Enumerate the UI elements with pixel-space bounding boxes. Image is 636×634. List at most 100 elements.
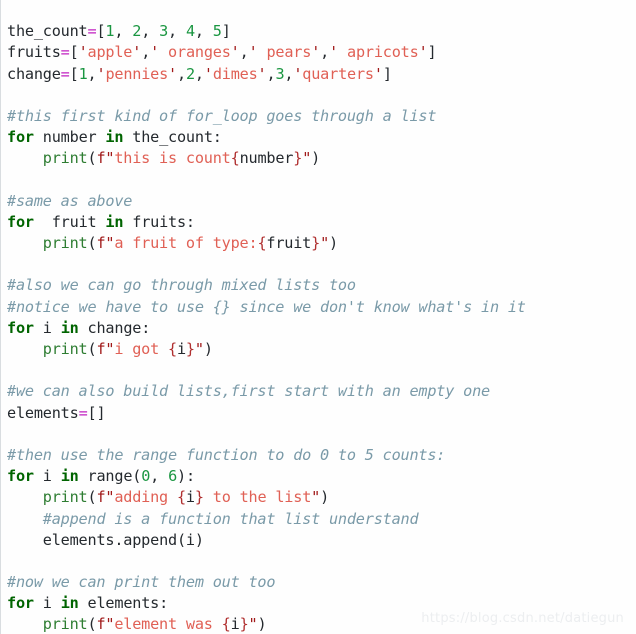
- token-identifier: number: [42, 128, 97, 147]
- token-punct: ]: [221, 22, 231, 41]
- token-identifier: i: [230, 615, 240, 634]
- token-punct: ,: [114, 22, 133, 41]
- token-keyword-in: in: [60, 318, 79, 337]
- token-quote: ": [320, 234, 330, 253]
- token-string: adding: [114, 488, 177, 507]
- token-comment: #then use the range function to do 0 to …: [7, 445, 446, 464]
- token-number: 6: [168, 467, 178, 486]
- token-comment: #we can also build lists,first start wit…: [7, 382, 490, 401]
- token-comment: #this first kind of for_loop goes throug…: [7, 106, 437, 125]
- code-line-7: print(f"this is count{number}"): [7, 148, 636, 169]
- token-punct: ,: [141, 22, 160, 41]
- token-string: element was: [114, 615, 222, 634]
- token-identifier: number: [239, 149, 294, 168]
- token-keyword-in: in: [60, 594, 79, 613]
- token-string: pennies: [105, 64, 169, 83]
- token-punct: ): [311, 149, 321, 168]
- token-punct: .: [114, 530, 124, 549]
- token-punct: ,: [284, 64, 294, 83]
- token-comment: #same as above: [7, 191, 133, 210]
- token-quote: ": [302, 149, 312, 168]
- token-punct: ]: [427, 43, 437, 62]
- token-punct: [34, 213, 52, 231]
- token-number: 2: [132, 22, 142, 41]
- token-fstring-prefix: f": [96, 488, 115, 507]
- token-fstring-prefix: f": [96, 149, 115, 168]
- token-punct: (: [176, 530, 186, 549]
- token-comment: #now we can print them out too: [7, 573, 276, 592]
- token-identifier: i: [185, 530, 195, 549]
- token-punct: [34, 467, 43, 485]
- token-punct: :: [159, 594, 169, 613]
- token-punct: [: [69, 43, 79, 62]
- token-brace: {: [230, 149, 240, 168]
- code-block: the_count=[1, 2, 3, 4, 5] fruits=['apple'…: [1, 15, 636, 634]
- token-string: quarters: [302, 64, 374, 83]
- token-punct: [79, 467, 88, 485]
- token-quote: ': [132, 43, 142, 62]
- token-identifier: i: [185, 488, 195, 507]
- token-punct: ): [329, 234, 338, 253]
- token-punct: [52, 594, 61, 612]
- token-brace: }: [293, 149, 303, 168]
- token-punct: (: [132, 467, 142, 486]
- token-string: oranges: [159, 43, 231, 62]
- token-punct: :: [185, 212, 195, 231]
- token-punct: [52, 467, 61, 485]
- token-identifier: i: [42, 467, 52, 486]
- token-keyword-for: for: [7, 128, 34, 147]
- token-quote: ': [168, 64, 177, 83]
- token-quote: ': [293, 64, 303, 83]
- code-line-21: #then use the range function to do 0 to …: [7, 445, 636, 466]
- code-line-23: print(f"adding {i} to the list"): [7, 487, 636, 508]
- token-punct: [79, 319, 88, 337]
- token-comment: #also we can go through mixed lists too: [7, 276, 356, 295]
- code-line-5: #this first kind of for_loop goes throug…: [7, 106, 636, 127]
- code-screenshot: the_count=[1, 2, 3, 4, 5] fruits=['apple'…: [0, 0, 636, 634]
- token-string: this is count: [114, 149, 231, 168]
- token-identifier: i: [176, 340, 186, 358]
- token-comment: #append is a function that list understa…: [42, 509, 419, 528]
- token-punct: ): [194, 530, 204, 549]
- token-number: 3: [159, 22, 169, 41]
- token-punct: ,: [194, 64, 204, 83]
- token-string: pears: [257, 43, 312, 62]
- code-line-16: print(f"i got {i}"): [7, 339, 636, 360]
- token-number: 2: [185, 64, 195, 83]
- token-string: a fruit of type:: [114, 234, 258, 253]
- token-punct: [: [69, 64, 79, 83]
- token-identifier: the_count: [7, 22, 88, 41]
- code-line-13: #also we can go through mixed lists too: [7, 275, 636, 296]
- token-punct: [123, 213, 132, 231]
- token-builtin-print: print: [42, 340, 88, 358]
- token-string: apple: [87, 43, 133, 62]
- token-identifier: change: [87, 318, 142, 337]
- token-number: 5: [212, 22, 222, 41]
- token-punct: [34, 594, 43, 612]
- token-comment: #notice we have to use {} since we don't…: [7, 297, 526, 316]
- token-quote: ": [311, 488, 321, 507]
- token-keyword-in: in: [60, 467, 79, 486]
- token-builtin-print: print: [42, 488, 88, 507]
- token-punct: [34, 319, 43, 337]
- token-quote: ': [418, 43, 428, 62]
- token-punct: ): [320, 488, 330, 507]
- token-brace: }: [194, 488, 204, 507]
- token-punct: ,: [177, 64, 186, 83]
- code-line-10: for fruit in fruits:: [7, 212, 636, 233]
- token-quote: ": [194, 340, 204, 358]
- token-brace: }: [239, 615, 249, 634]
- code-line-11: print(f"a fruit of type:{fruit}"): [7, 233, 636, 254]
- token-quote: ': [78, 43, 88, 62]
- token-identifier: i: [42, 318, 52, 337]
- token-punct: [52, 319, 61, 337]
- token-identifier: elements: [87, 594, 160, 613]
